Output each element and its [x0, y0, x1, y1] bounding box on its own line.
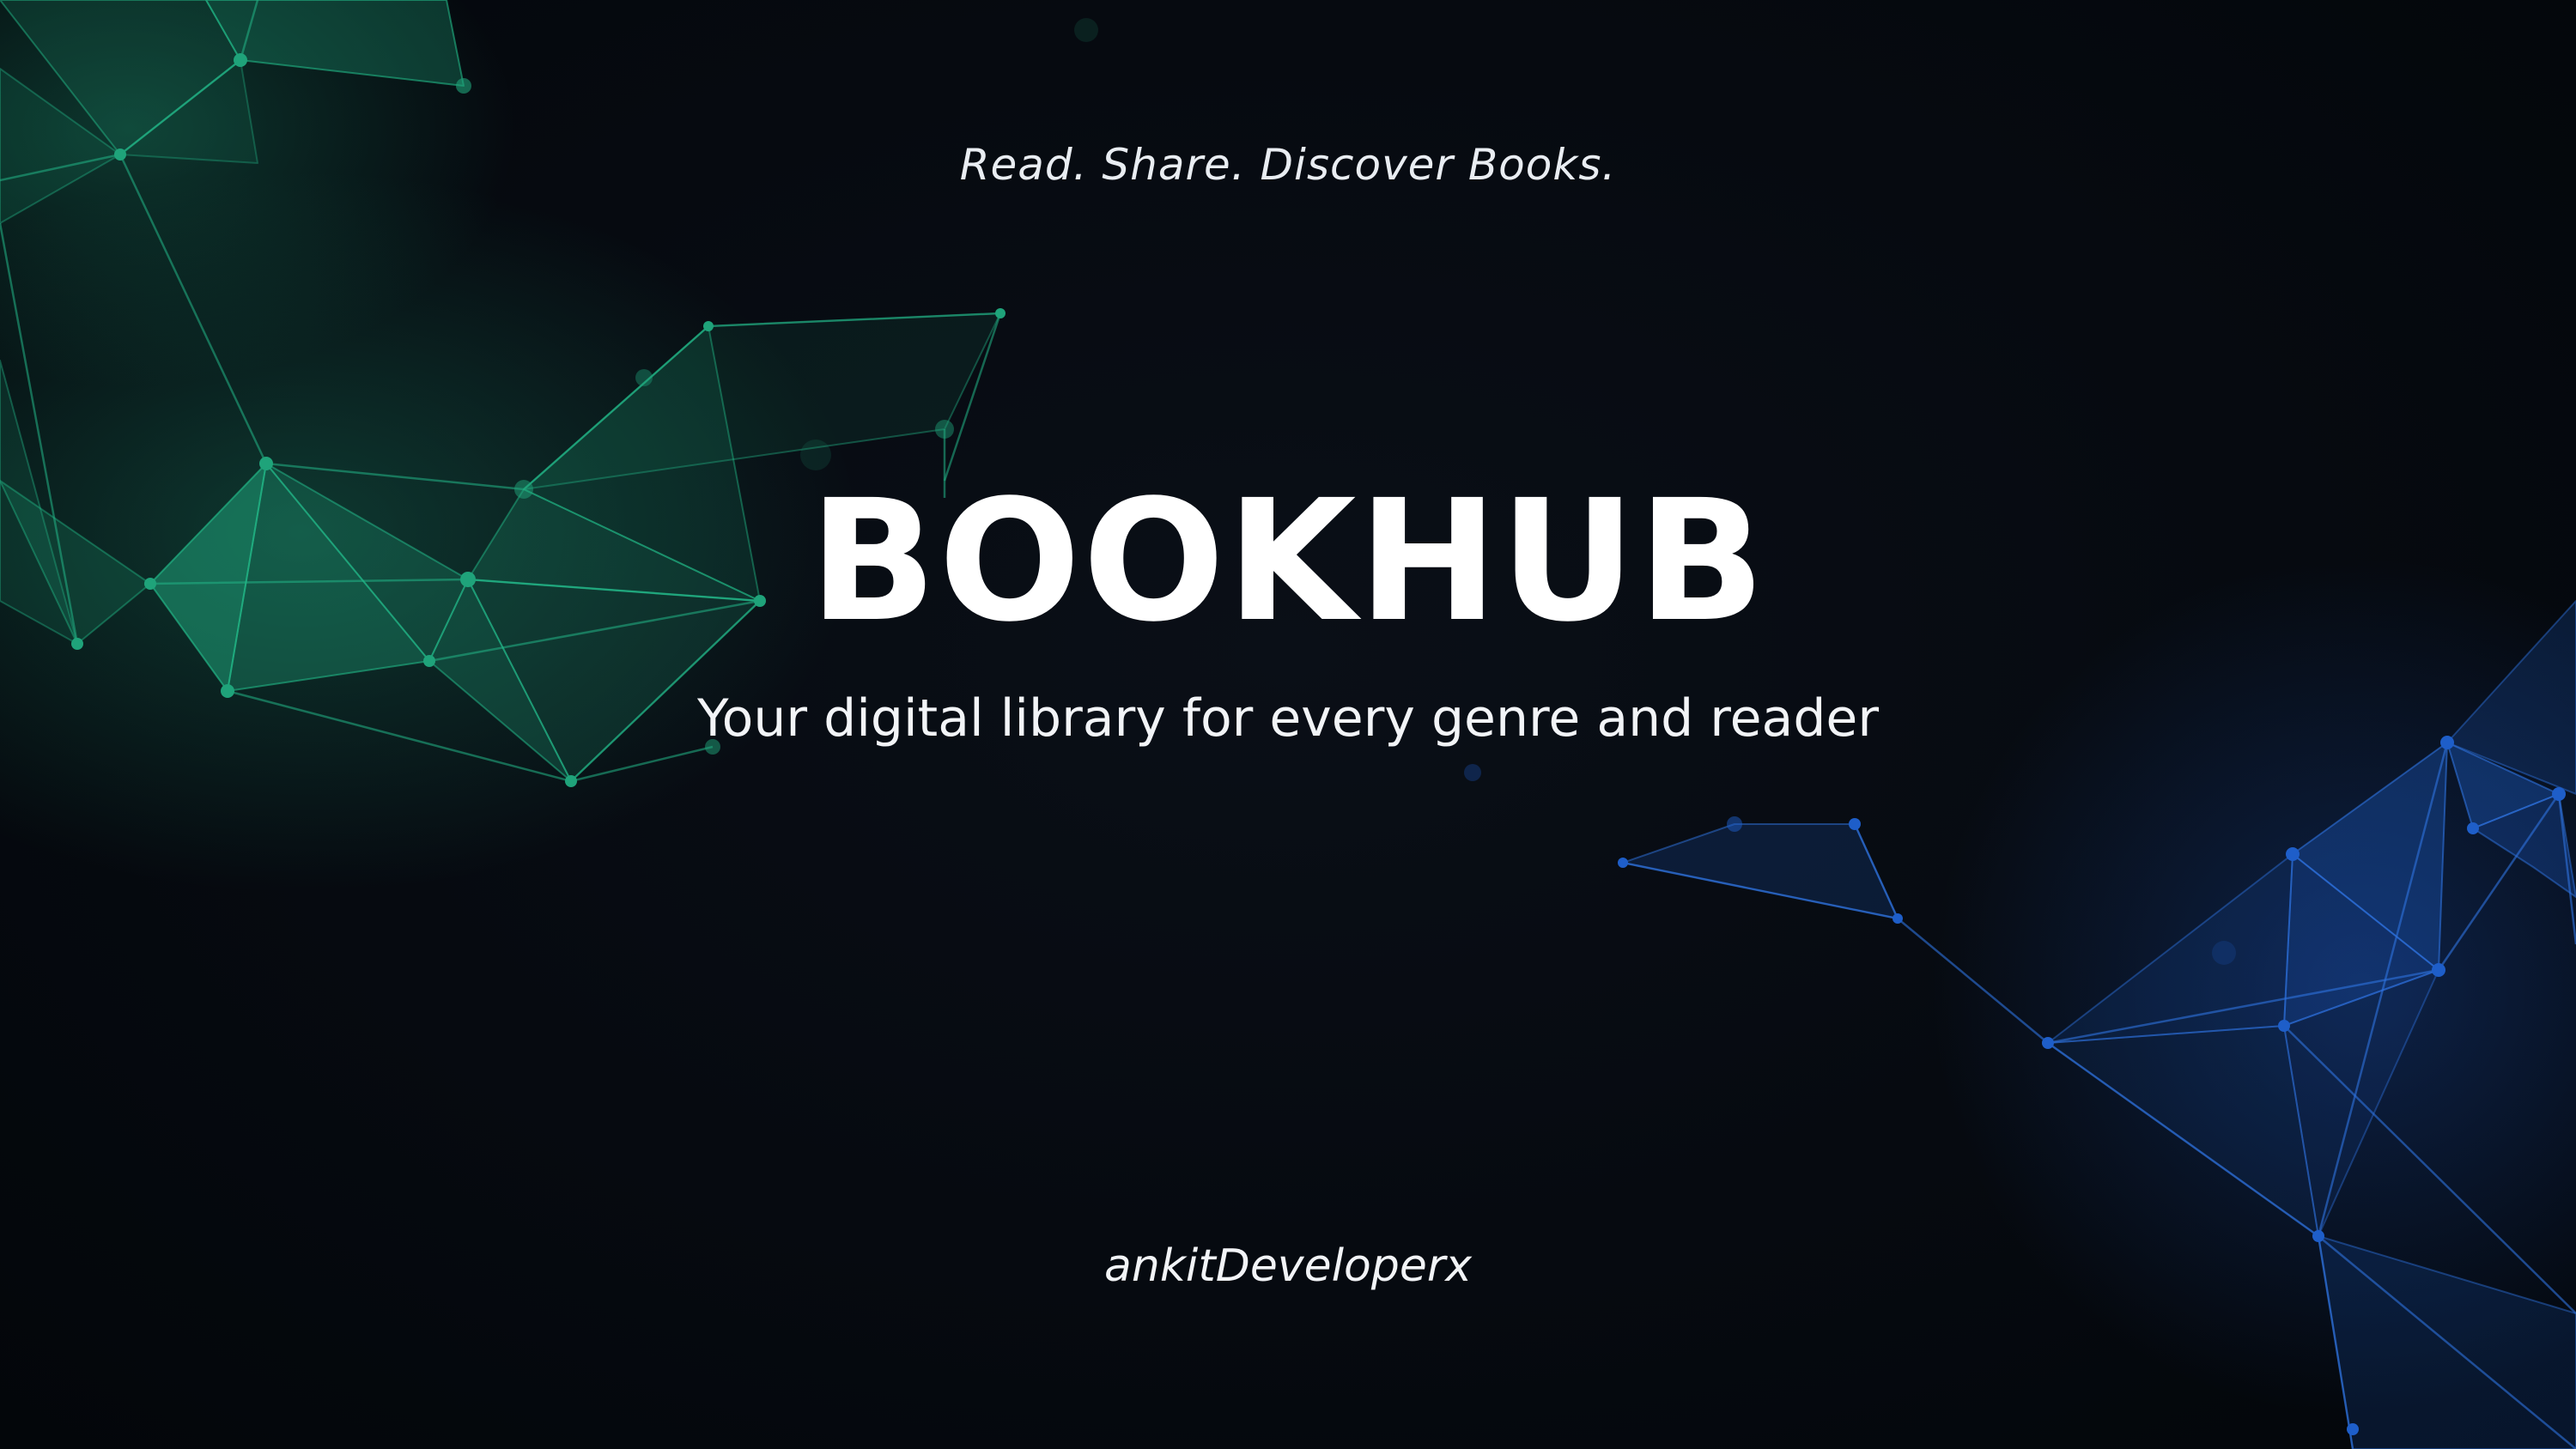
banner-text: Read. Share. Discover Books. BOOKHUB You… — [0, 0, 2576, 1449]
tagline: Read. Share. Discover Books. — [959, 140, 1617, 190]
page-title: BOOKHUB — [809, 464, 1767, 658]
author-credit: ankitDeveloperx — [1104, 1240, 1472, 1292]
subtitle: Your digital library for every genre and… — [697, 688, 1879, 749]
banner: Read. Share. Discover Books. BOOKHUB You… — [0, 0, 2576, 1449]
